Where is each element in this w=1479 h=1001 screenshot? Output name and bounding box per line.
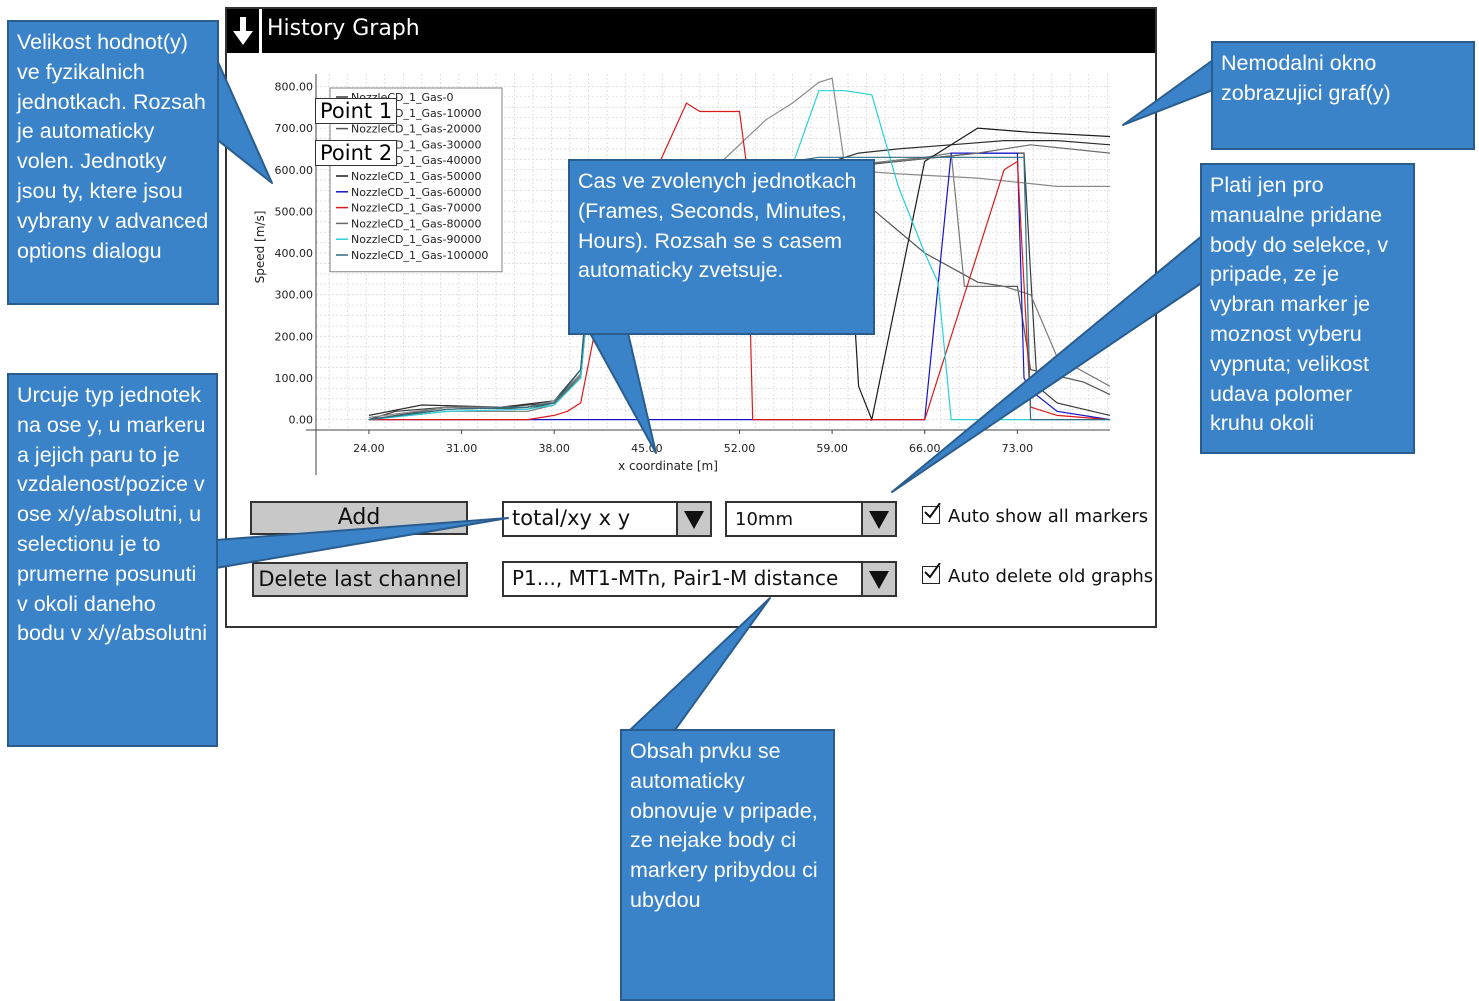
pointer-time: [589, 332, 657, 454]
callout-window: Nemodalni okno zobrazujici graf(y): [1211, 41, 1475, 150]
pointer-units: [215, 517, 509, 569]
pointer-content: [629, 597, 771, 731]
callout-time: Cas ve zvolenych jednotkach (Frames, Sec…: [568, 159, 875, 335]
pointer-window: [1122, 59, 1214, 126]
callout-manual: Plati jen pro manualne pridane body do s…: [1200, 163, 1415, 454]
callout-content: Obsah prvku se automaticky obnovuje v pr…: [620, 729, 835, 1001]
callout-values: Velikost hodnot(y) ve fyzikalnich jednot…: [7, 20, 219, 305]
pointer-manual: [891, 234, 1204, 493]
callout-units: Urcuje typ jednotek na ose y, u markeru …: [7, 373, 218, 747]
